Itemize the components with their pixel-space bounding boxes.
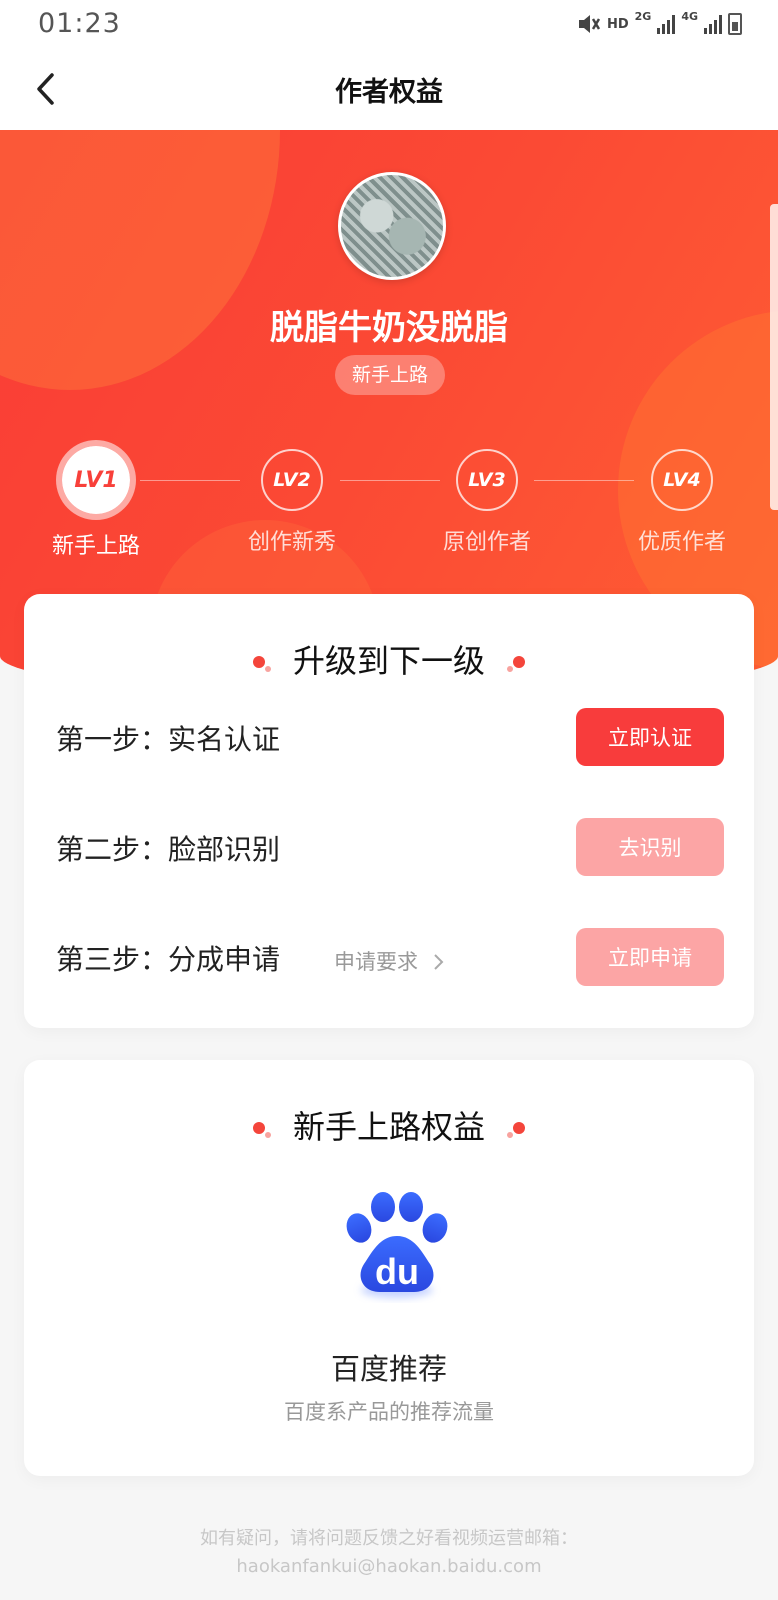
baidu-paw-icon[interactable]: du	[344, 1190, 450, 1306]
upgrade-title-row: 升级到下一级	[24, 636, 754, 682]
benefits-title: 新手上路权益	[292, 1108, 485, 1146]
chevron-right-icon	[433, 954, 444, 970]
status-bar: 01:23 HD 2G 4G	[0, 0, 778, 48]
level-lv2-label: 创作新秀	[247, 530, 336, 555]
benefits-card: 新手上路权益 du 百度推荐 百度系产品的推荐流量	[24, 1060, 754, 1476]
level-lv3-icon[interactable]: LV3	[456, 449, 518, 511]
verify-now-button[interactable]: 立即认证	[576, 708, 724, 766]
level-lv3-label: 原创作者	[442, 530, 531, 555]
level-lv1-label: 新手上路	[51, 534, 140, 559]
signal-icon	[657, 14, 676, 34]
step-row: 第二步：脸部识别 去识别	[56, 818, 724, 876]
step-label: 第一步：实名认证	[56, 723, 281, 756]
decor-dots-icon	[505, 652, 527, 674]
network-4g-label: 4G	[681, 10, 698, 23]
network-2g-label: 2G	[634, 10, 652, 23]
signal-icon-2	[704, 14, 722, 34]
step-label: 第三步：分成申请	[56, 943, 281, 976]
decor-dots-icon	[505, 1118, 527, 1140]
level-lv4-icon[interactable]: LV4	[651, 449, 713, 511]
application-requirements-link[interactable]: 申请要求	[334, 946, 445, 976]
benefits-title-row: 新手上路权益	[24, 1102, 754, 1148]
nav-bar: 作者权益	[0, 48, 778, 130]
level-connector	[340, 480, 440, 481]
step-row: 第一步：实名认证 立即认证	[56, 708, 724, 766]
step-label: 第二步：脸部识别	[56, 833, 281, 866]
battery-icon	[728, 13, 742, 35]
decor-dots-icon	[251, 652, 273, 674]
face-recognition-button[interactable]: 去识别	[576, 818, 724, 876]
upgrade-card: 升级到下一级 第一步：实名认证 立即认证 第二步：脸部识别 去识别 第三步：分成…	[24, 594, 754, 1028]
level-connector	[534, 480, 634, 481]
benefit-description: 百度系产品的推荐流量	[284, 1400, 494, 1424]
level-badge: 新手上路	[335, 355, 445, 395]
hero-decoration	[0, 130, 280, 390]
level-lv4-label: 优质作者	[637, 530, 726, 555]
baidu-logo-text: du	[375, 1251, 419, 1292]
level-lv1-icon[interactable]: LV1	[56, 440, 136, 520]
scroll-indicator	[770, 204, 778, 510]
hd-label: HD	[606, 16, 629, 32]
footer-email[interactable]: haokanfankui@haokan.baidu.com	[0, 1556, 778, 1577]
decor-dots-icon	[251, 1118, 273, 1140]
benefit-name: 百度推荐	[330, 1352, 447, 1386]
status-icons: HD 2G 4G	[577, 10, 742, 38]
status-time: 01:23	[38, 8, 121, 39]
upgrade-title: 升级到下一级	[292, 642, 485, 680]
level-lv2-icon[interactable]: LV2	[261, 449, 323, 511]
step-row: 第三步：分成申请 申请要求 立即申请	[56, 928, 724, 986]
requirements-label: 申请要求	[334, 950, 418, 974]
page-title: 作者权益	[335, 77, 443, 108]
apply-now-button[interactable]: 立即申请	[576, 928, 724, 986]
level-connector	[140, 480, 240, 481]
mute-icon	[578, 15, 601, 33]
footer-note: 如有疑问，请将问题反馈之好看视频运营邮箱：	[200, 1528, 578, 1549]
avatar[interactable]	[338, 172, 446, 280]
user-name: 脱脂牛奶没脱脂	[270, 308, 508, 348]
